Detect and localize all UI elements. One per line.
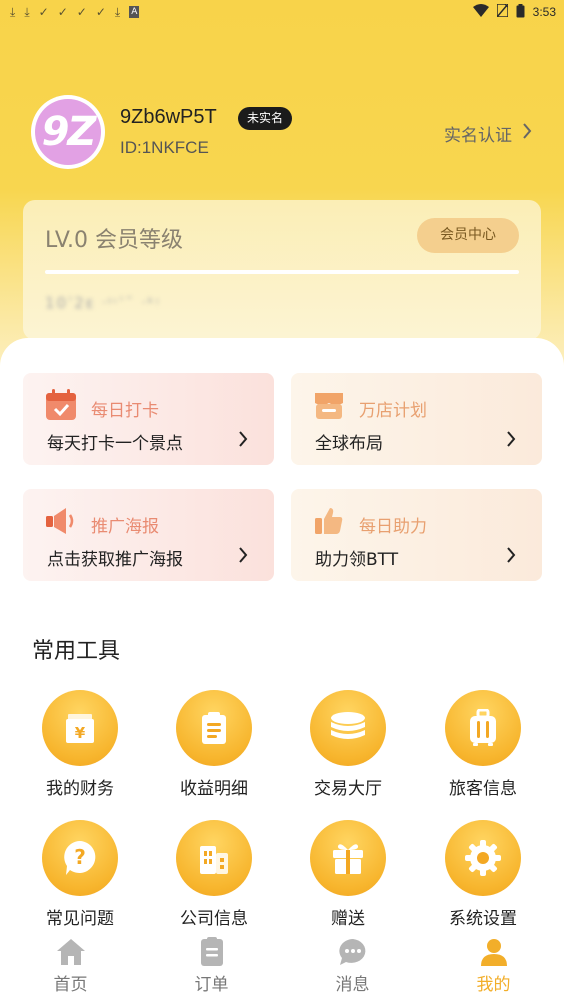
- feature-subtitle: 每天打卡一个景点: [47, 434, 183, 454]
- tool-trading-hall[interactable]: 交易大厅: [293, 690, 403, 800]
- tool-label: 系统设置: [449, 909, 517, 929]
- battery-icon: [516, 3, 525, 21]
- chevron-right-icon: [238, 431, 248, 451]
- member-center-button[interactable]: 会员中心: [417, 218, 519, 253]
- chevron-right-icon: [238, 547, 248, 567]
- gear-icon: [445, 820, 521, 896]
- thumbs-up-icon: [313, 505, 345, 537]
- username: 9Zb6wP5T: [120, 106, 217, 128]
- unverified-badge: 未实名: [238, 107, 293, 130]
- tool-traveler-info[interactable]: 旅客信息: [428, 690, 538, 800]
- tool-faq[interactable]: ? 常见问题: [25, 820, 135, 930]
- level-progress-bar: [45, 270, 519, 274]
- chevron-right-icon: [506, 431, 516, 451]
- tool-label: 常见问题: [46, 909, 114, 929]
- clipboard-icon: [176, 690, 252, 766]
- member-level-card: LV.0 会员等级 会员中心 10ˈ2ᴇ ᐧᶦᶥˈˉ ᐧᵏᵎ: [23, 200, 541, 340]
- feature-title: 每日助力: [359, 517, 427, 537]
- orders-icon: [196, 936, 228, 968]
- download-icon: ⤓: [24, 5, 30, 19]
- tool-system-settings[interactable]: 系统设置: [428, 820, 538, 930]
- nav-profile[interactable]: 我的: [423, 930, 564, 1002]
- avatar[interactable]: 9Z: [31, 95, 105, 169]
- check-icon: ✓: [95, 5, 106, 19]
- verify-label: 实名认证: [444, 126, 512, 146]
- user-icon: [478, 936, 510, 968]
- tool-my-finance[interactable]: ¥ 我的财务: [25, 690, 135, 800]
- store-icon: [313, 389, 345, 421]
- building-icon: [176, 820, 252, 896]
- tools-section-title: 常用工具: [32, 639, 121, 664]
- bottom-navigation: 首页 订单 消息 我的: [0, 930, 564, 1002]
- check-icon: ✓: [57, 5, 68, 19]
- wifi-icon: [472, 4, 489, 20]
- chevron-right-icon: [522, 123, 532, 144]
- status-time: 3:53: [532, 5, 556, 19]
- calendar-check-icon: [45, 389, 77, 421]
- feature-title: 推广海报: [91, 517, 159, 537]
- nav-label: 消息: [335, 975, 370, 995]
- tool-label: 收益明细: [180, 779, 248, 799]
- tool-label: 我的财务: [46, 779, 114, 799]
- gift-icon: [310, 820, 386, 896]
- feature-card-promo-poster[interactable]: 推广海报 点击获取推广海报: [23, 489, 274, 581]
- svg-text:?: ?: [74, 845, 86, 869]
- feature-title: 万店计划: [359, 401, 427, 421]
- download-icon: ⤓: [114, 5, 121, 19]
- check-icon: ✓: [38, 5, 49, 19]
- user-id: ID:1NKFCE: [120, 138, 209, 157]
- real-name-verify-link[interactable]: 实名认证: [444, 121, 532, 146]
- megaphone-icon: [45, 505, 77, 537]
- download-icon: ⤓: [10, 5, 16, 19]
- tool-label: 交易大厅: [314, 779, 382, 799]
- status-bar: ⤓ ⤓ ✓ ✓ ✓ ✓ ⤓ A 3:53: [0, 0, 564, 24]
- tool-label: 赠送: [331, 909, 365, 929]
- feature-card-store-plan[interactable]: 万店计划 全球布局: [291, 373, 542, 465]
- system-icons: 3:53: [472, 3, 556, 21]
- nav-label: 我的: [476, 975, 511, 995]
- feature-card-daily-boost[interactable]: 每日助力 助力领BTT: [291, 489, 542, 581]
- coins-icon: [310, 690, 386, 766]
- feature-subtitle: 全球布局: [315, 434, 383, 454]
- message-icon: [337, 936, 369, 968]
- obscured-info: 10ˈ2ᴇ ᐧᶦᶥˈˉ ᐧᵏᵎ: [45, 294, 161, 312]
- feature-card-daily-checkin[interactable]: 每日打卡 每天打卡一个景点: [23, 373, 274, 465]
- nav-label: 首页: [53, 975, 88, 995]
- member-level: LV.0 会员等级: [45, 228, 184, 253]
- feature-subtitle: 助力领BTT: [315, 550, 399, 570]
- check-icon: ✓: [76, 5, 87, 19]
- tool-gift[interactable]: 赠送: [293, 820, 403, 930]
- tool-label: 旅客信息: [449, 779, 517, 799]
- feature-subtitle: 点击获取推广海报: [47, 550, 183, 570]
- tool-label: 公司信息: [180, 909, 248, 929]
- chevron-right-icon: [506, 547, 516, 567]
- a-icon: A: [129, 6, 140, 18]
- nav-orders[interactable]: 订单: [141, 930, 282, 1002]
- tool-income-details[interactable]: 收益明细: [159, 690, 269, 800]
- avatar-initials: 9Z: [35, 99, 101, 165]
- nav-messages[interactable]: 消息: [282, 930, 423, 1002]
- notification-icons: ⤓ ⤓ ✓ ✓ ✓ ✓ ⤓ A: [10, 5, 140, 19]
- tool-company-info[interactable]: 公司信息: [159, 820, 269, 930]
- question-icon: ?: [42, 820, 118, 896]
- svg-text:¥: ¥: [75, 724, 86, 742]
- home-icon: [55, 936, 87, 968]
- feature-title: 每日打卡: [91, 401, 159, 421]
- sim-icon: [495, 3, 509, 20]
- luggage-icon: [445, 690, 521, 766]
- nav-home[interactable]: 首页: [0, 930, 141, 1002]
- wallet-icon: ¥: [42, 690, 118, 766]
- nav-label: 订单: [194, 975, 229, 995]
